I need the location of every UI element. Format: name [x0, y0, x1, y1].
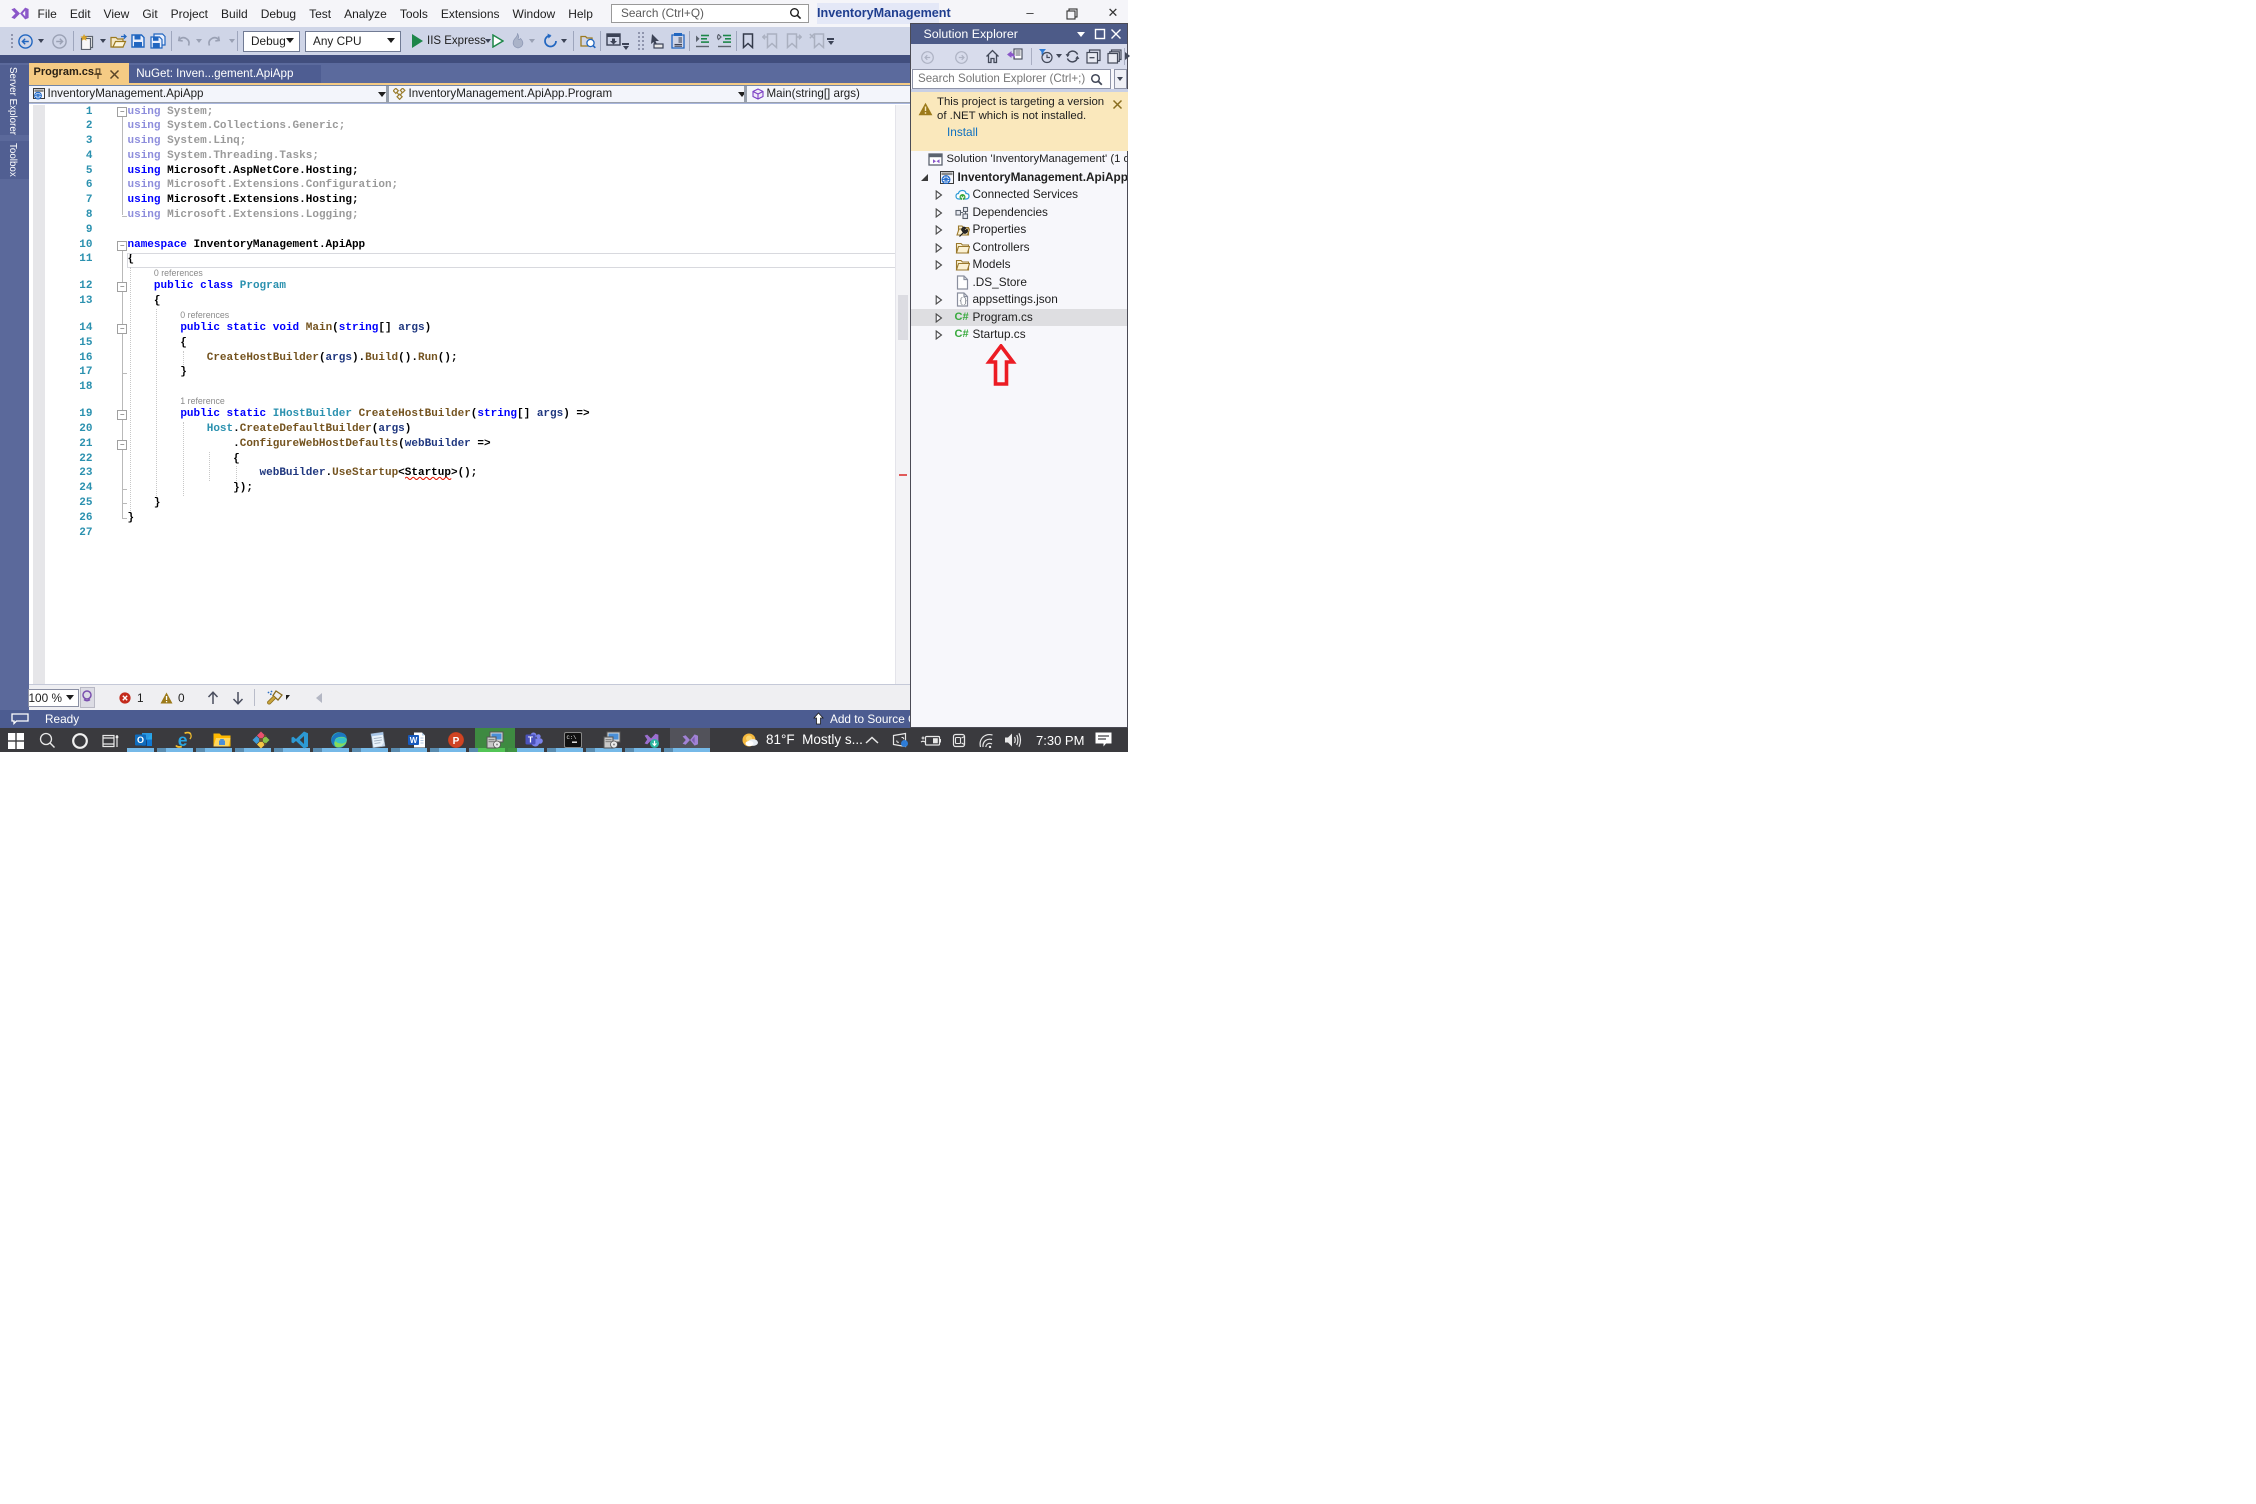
svg-text:C:\: C:\	[566, 734, 576, 741]
svg-text:W: W	[409, 736, 417, 745]
svg-text:O: O	[137, 735, 144, 745]
svg-text:T: T	[527, 735, 533, 745]
svg-text:P: P	[452, 736, 459, 747]
svg-text:{}: {}	[959, 298, 967, 306]
